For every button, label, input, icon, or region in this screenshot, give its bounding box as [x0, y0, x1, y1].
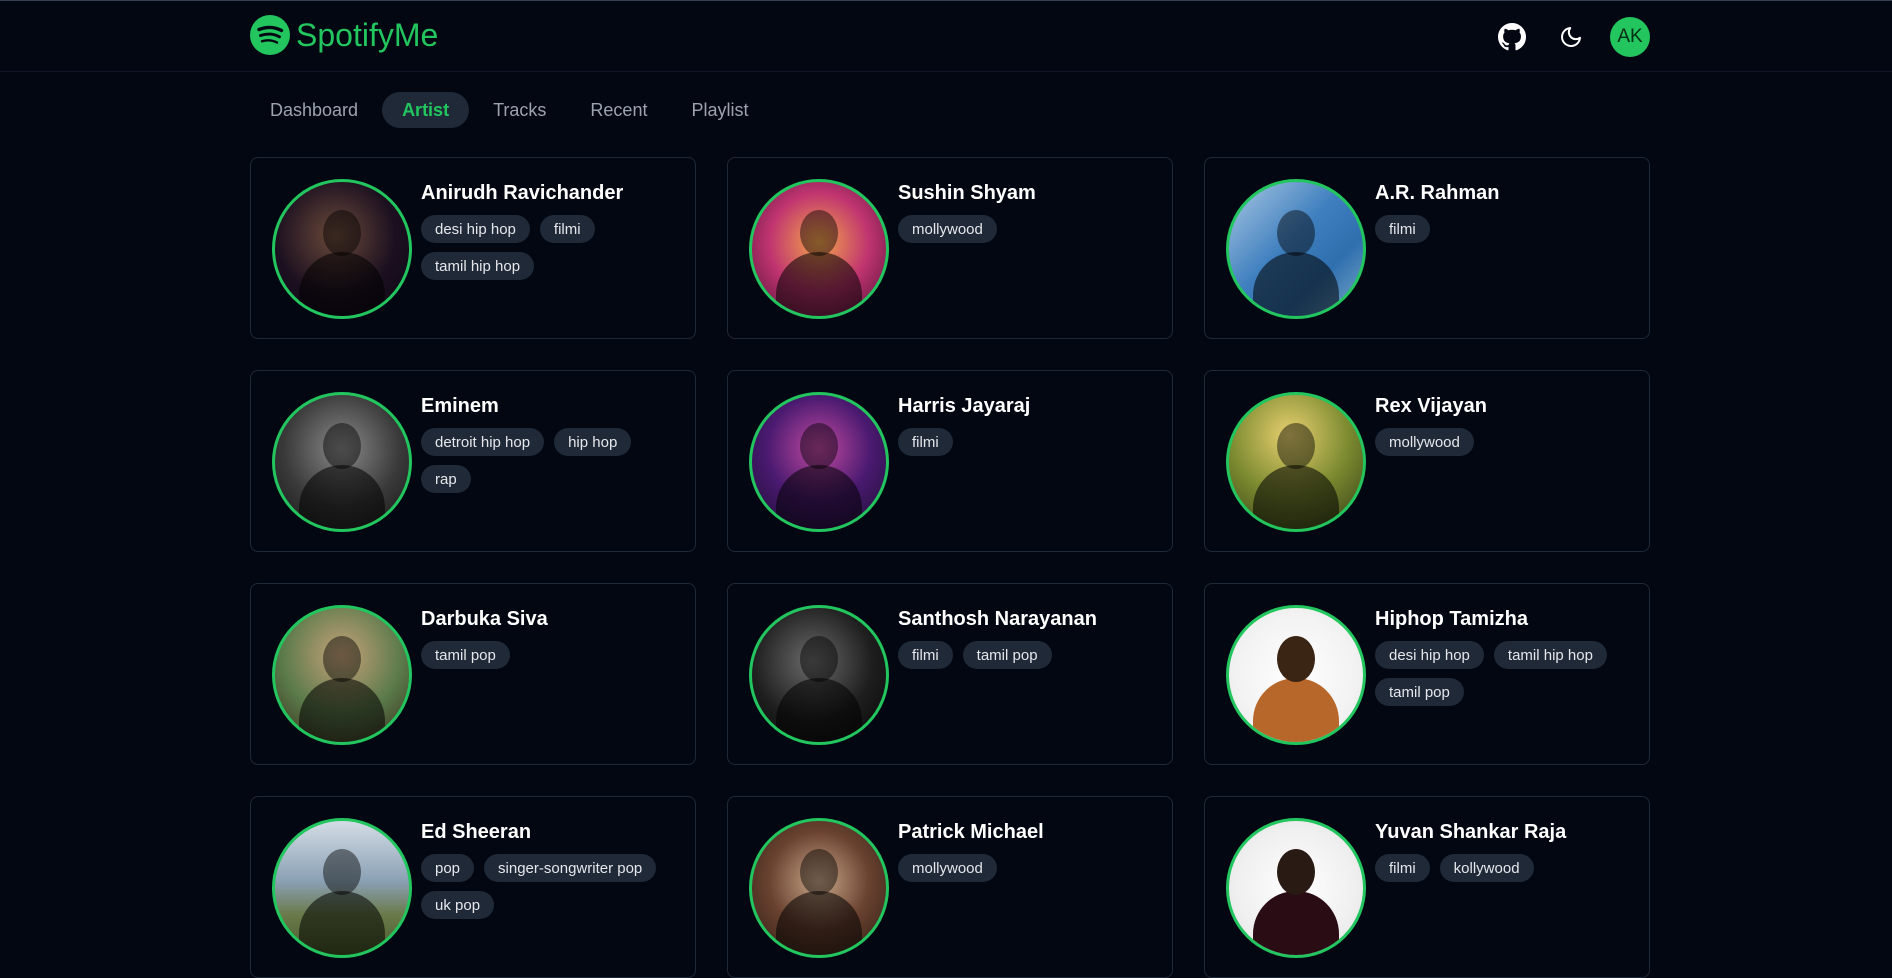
artist-card[interactable]: Anirudh Ravichander desi hip hop filmi t… — [250, 157, 696, 339]
artist-card[interactable]: Harris Jayaraj filmi — [727, 370, 1173, 552]
artist-image — [749, 179, 889, 319]
artist-card[interactable]: Rex Vijayan mollywood — [1204, 370, 1650, 552]
github-button[interactable] — [1492, 17, 1532, 57]
genre-list: mollywood — [1375, 428, 1633, 456]
genre-list: mollywood — [898, 215, 1156, 243]
genre-tag: tamil pop — [962, 641, 1052, 669]
genre-tag: pop — [421, 854, 475, 882]
genre-tag: desi hip hop — [1375, 641, 1484, 669]
artist-name: Darbuka Siva — [421, 608, 548, 630]
genre-list: mollywood — [898, 854, 1156, 882]
artist-image — [749, 392, 889, 532]
genre-tag: mollywood — [898, 215, 997, 243]
artist-name: Patrick Michael — [898, 821, 1044, 843]
genre-tag: tamil pop — [1375, 678, 1464, 706]
genre-tag: filmi — [898, 428, 953, 456]
artist-name: Eminem — [421, 395, 499, 417]
artist-name: Santhosh Narayanan — [898, 608, 1097, 630]
app-header: SpotifyMe AK — [0, 0, 1892, 72]
artist-card[interactable]: Hiphop Tamizha desi hip hop tamil hip ho… — [1204, 583, 1650, 765]
artist-image — [749, 818, 889, 958]
tab-recent[interactable]: Recent — [570, 92, 667, 128]
genre-tag: rap — [421, 465, 471, 493]
artist-name: Anirudh Ravichander — [421, 182, 624, 204]
genre-list: filmi tamil pop — [898, 641, 1156, 669]
artist-image — [272, 605, 412, 745]
genre-tag: mollywood — [898, 854, 997, 882]
genre-list: detroit hip hop hip hop rap — [421, 428, 679, 493]
genre-list: filmi — [1375, 215, 1633, 243]
genre-tag: filmi — [898, 641, 953, 669]
artist-image — [1226, 179, 1366, 319]
genre-list: tamil pop — [421, 641, 679, 669]
app-logo[interactable]: SpotifyMe — [250, 15, 438, 55]
artist-card[interactable]: Santhosh Narayanan filmi tamil pop — [727, 583, 1173, 765]
app-name: SpotifyMe — [296, 16, 439, 53]
artist-name: Ed Sheeran — [421, 821, 532, 843]
artist-name: Hiphop Tamizha — [1375, 608, 1528, 630]
theme-toggle-button[interactable] — [1551, 17, 1591, 57]
artist-grid: Anirudh Ravichander desi hip hop filmi t… — [250, 157, 1650, 978]
genre-tag: filmi — [1375, 215, 1430, 243]
genre-tag: tamil pop — [421, 641, 510, 669]
genre-tag: desi hip hop — [421, 215, 530, 243]
genre-tag: filmi — [539, 215, 595, 243]
genre-tag: tamil hip hop — [1493, 641, 1607, 669]
artist-image — [272, 392, 412, 532]
artist-name: Harris Jayaraj — [898, 395, 1031, 417]
tab-dashboard[interactable]: Dashboard — [250, 92, 378, 128]
artist-card[interactable]: Patrick Michael mollywood — [727, 796, 1173, 978]
user-avatar[interactable]: AK — [1610, 17, 1650, 57]
artist-card[interactable]: Eminem detroit hip hop hip hop rap — [250, 370, 696, 552]
tab-artist[interactable]: Artist — [382, 92, 470, 128]
artist-name: Sushin Shyam — [898, 182, 1036, 204]
artist-card[interactable]: A.R. Rahman filmi — [1204, 157, 1650, 339]
genre-list: desi hip hop filmi tamil hip hop — [421, 215, 679, 280]
genre-list: desi hip hop tamil hip hop tamil pop — [1375, 641, 1633, 706]
moon-icon — [1561, 27, 1581, 47]
genre-tag: singer-songwriter pop — [484, 854, 657, 882]
header-actions: AK — [1492, 17, 1650, 57]
genre-tag: detroit hip hop — [421, 428, 545, 456]
main-nav: Dashboard Artist Tracks Recent Playlist — [250, 92, 768, 128]
tab-tracks[interactable]: Tracks — [473, 92, 566, 128]
artist-name: A.R. Rahman — [1375, 182, 1500, 204]
genre-tag: tamil hip hop — [421, 252, 535, 280]
github-icon — [1498, 23, 1526, 51]
spotify-icon — [250, 15, 290, 55]
artist-name: Yuvan Shankar Raja — [1375, 821, 1567, 843]
artist-image — [749, 605, 889, 745]
tab-playlist[interactable]: Playlist — [671, 92, 768, 128]
artist-card[interactable]: Darbuka Siva tamil pop — [250, 583, 696, 765]
genre-tag: uk pop — [421, 891, 495, 919]
genre-tag: kollywood — [1439, 854, 1534, 882]
genre-list: filmi — [898, 428, 1156, 456]
genre-tag: mollywood — [1375, 428, 1474, 456]
genre-list: filmi kollywood — [1375, 854, 1633, 882]
artist-card[interactable]: Sushin Shyam mollywood — [727, 157, 1173, 339]
artist-image — [1226, 392, 1366, 532]
artist-image — [272, 818, 412, 958]
genre-list: pop singer-songwriter pop uk pop — [421, 854, 679, 919]
genre-tag: hip hop — [554, 428, 632, 456]
artist-name: Rex Vijayan — [1375, 395, 1487, 417]
artist-card[interactable]: Yuvan Shankar Raja filmi kollywood — [1204, 796, 1650, 978]
artist-image — [1226, 818, 1366, 958]
artist-card[interactable]: Ed Sheeran pop singer-songwriter pop uk … — [250, 796, 696, 978]
genre-tag: filmi — [1375, 854, 1430, 882]
artist-image — [272, 179, 412, 319]
artist-image — [1226, 605, 1366, 745]
